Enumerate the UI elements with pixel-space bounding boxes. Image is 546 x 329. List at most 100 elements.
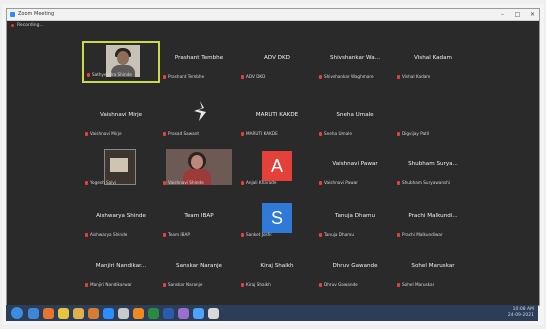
participant-name-text: Vaishnavi Shinde: [168, 180, 204, 185]
participant-tile[interactable]: Sanskar Naranje Sanskar Naranje: [160, 249, 238, 291]
participant-tile[interactable]: Tanuja Dhamu Tanuja Dhamu: [316, 199, 394, 241]
muted-mic-icon: [319, 74, 322, 79]
participant-display-name: ADV DKD: [264, 55, 290, 61]
participant-name-label: Digvijay Patil: [397, 131, 429, 136]
participant-name-text: Shivshankar Waghmare: [324, 74, 374, 79]
ie-icon[interactable]: [28, 307, 39, 319]
muted-mic-icon: [319, 282, 322, 287]
muted-mic-icon: [319, 131, 322, 136]
start-button[interactable]: [11, 307, 23, 319]
participant-tile[interactable]: Prachi Malkundi... Prachi Malkundiwar: [394, 199, 472, 241]
participant-name-text: Prachi Malkundiwar: [402, 232, 443, 237]
participant-display-name: Tanuja Dhamu: [334, 213, 376, 219]
participant-name-label: ADV DKD: [241, 74, 265, 79]
zoom-active-icon[interactable]: [193, 307, 204, 319]
participant-display-name: Shubham Surya...: [408, 161, 458, 167]
participant-name-label: Vishal Kadam: [397, 74, 430, 79]
participant-name-label: Dhruv Gawande: [319, 282, 358, 287]
participant-name-label: Prachi Malkundiwar: [397, 232, 443, 237]
participant-tile[interactable]: Vishal Kadam Vishal Kadam: [394, 41, 472, 83]
muted-mic-icon: [163, 131, 166, 136]
recording-icon: [11, 24, 14, 27]
participant-tile[interactable]: S Sanket Joshi: [238, 199, 316, 241]
participant-tile[interactable]: Kiraj Shaikh Kiraj Shaikh: [238, 249, 316, 291]
participant-tile[interactable]: MARUTI KAKDE MARUTI KAKDE: [238, 98, 316, 140]
participant-display-name: Aishwarya Shinde: [96, 213, 146, 219]
participant-tile[interactable]: Shubham Surya... Shubham Suryawanshi: [394, 147, 472, 189]
close-button[interactable]: ✕: [528, 9, 537, 20]
participant-tile[interactable]: Sneha Umale Sneha Umale: [316, 98, 394, 140]
maximize-button[interactable]: □: [513, 9, 522, 20]
participant-tile[interactable]: Aishwarya Shinde Aishwarya Shinde: [82, 199, 160, 241]
window-controls: – □ ✕: [498, 9, 537, 20]
participant-name-label: Sanskar Naranje: [163, 282, 202, 287]
participant-tile[interactable]: Team IBAP Team IBAP: [160, 199, 238, 241]
participant-tile[interactable]: Vaishnavi Mirje Vaishnavi Mirje: [82, 98, 160, 140]
photos-icon[interactable]: [178, 307, 189, 319]
meeting-status-bar: Recording...: [7, 20, 539, 31]
participant-name-text: Yogesh Salvi: [90, 180, 116, 185]
participant-tile[interactable]: Yogesh Salvi: [82, 147, 160, 189]
tray-date: 24-09-2021: [507, 313, 534, 318]
participant-name-text: Tanuja Dhamu: [324, 232, 354, 237]
windows-taskbar: 10:08 AM 24-09-2021: [6, 305, 538, 321]
participant-name-label: Sanket Joshi: [241, 232, 272, 237]
participant-display-name: Shivshankar Wa...: [330, 55, 380, 61]
muted-mic-icon: [85, 180, 88, 185]
zoom-app-icon[interactable]: [103, 307, 114, 319]
participant-initial-avatar: A: [262, 151, 292, 181]
folder-icon[interactable]: [73, 307, 84, 319]
word-icon[interactable]: [163, 307, 174, 319]
participant-name-text: ADV DKD: [246, 74, 266, 79]
muted-mic-icon: [397, 74, 400, 79]
muted-mic-icon: [85, 131, 88, 136]
muted-mic-icon: [87, 72, 90, 77]
muted-mic-icon: [85, 282, 88, 287]
participant-name-label: Kiraj Shaikh: [241, 282, 271, 287]
muted-mic-icon: [163, 282, 166, 287]
participant-tile[interactable]: A Anjali Kharade: [238, 147, 316, 189]
participant-tile[interactable]: Dhruv Gawande Dhruv Gawande: [316, 249, 394, 291]
minimize-button[interactable]: –: [498, 9, 507, 20]
muted-mic-icon: [319, 180, 322, 185]
participant-name-text: Anjali Kharade: [246, 180, 277, 185]
participant-tile[interactable]: Prasad Sawant: [160, 98, 238, 140]
participant-display-name: Prashant Tembhe: [174, 55, 224, 61]
muted-mic-icon: [241, 131, 244, 136]
participant-name-text: Vaishnavi Pawar: [324, 180, 358, 185]
participant-display-name: MARUTI KAKDE: [255, 112, 299, 118]
participant-tile[interactable]: Vaishnavi Shinde: [160, 147, 238, 189]
participant-tile[interactable]: Sathyendra Shinde: [82, 41, 160, 83]
chrome-icon[interactable]: [58, 307, 69, 319]
participant-name-text: Sathyendra Shinde: [92, 72, 132, 77]
participant-display-name: Sanskar Naranje: [176, 263, 222, 269]
participant-name-label: Vaishnavi Pawar: [319, 180, 358, 185]
participant-tile[interactable]: Shivshankar Wa... Shivshankar Waghmare: [316, 41, 394, 83]
participant-name-text: Dhruv Gawande: [324, 282, 358, 287]
zoom-logo-icon: [10, 12, 15, 17]
muted-mic-icon: [241, 180, 244, 185]
participant-tile[interactable]: Manjiri Nandikar... Manjiri Nandikarwar: [82, 249, 160, 291]
muted-mic-icon: [241, 74, 244, 79]
participant-name-text: Digvijay Patil: [402, 131, 430, 136]
participant-display-name: Prachi Malkundi...: [408, 213, 458, 219]
participant-tile[interactable]: Sohel Maruskar Sohel Maruskar: [394, 249, 472, 291]
participant-name-label: Vaishnavi Shinde: [163, 180, 204, 185]
muted-mic-icon: [319, 232, 322, 237]
vlc-icon[interactable]: [133, 307, 144, 319]
media-player-icon[interactable]: [88, 307, 99, 319]
participant-name-label: Sohel Maruskar: [397, 282, 434, 287]
excel-icon[interactable]: [148, 307, 159, 319]
participant-name-text: Manjiri Nandikarwar: [90, 282, 132, 287]
participant-tile[interactable]: Digvijay Patil: [394, 98, 472, 140]
muted-mic-icon: [397, 282, 400, 287]
participant-name-label: MARUTI KAKDE: [241, 131, 278, 136]
paint-icon[interactable]: [118, 307, 129, 319]
participant-tile[interactable]: Prashant Tembhe Prashant Tembhe: [160, 41, 238, 83]
pen-icon[interactable]: [208, 307, 219, 319]
participant-name-label: Sathyendra Shinde: [87, 72, 132, 77]
firefox-icon[interactable]: [43, 307, 54, 319]
participant-display-name: Vaishnavi Pawar: [332, 161, 378, 167]
participant-tile[interactable]: ADV DKD ADV DKD: [238, 41, 316, 83]
participant-tile[interactable]: Vaishnavi Pawar Vaishnavi Pawar: [316, 147, 394, 189]
